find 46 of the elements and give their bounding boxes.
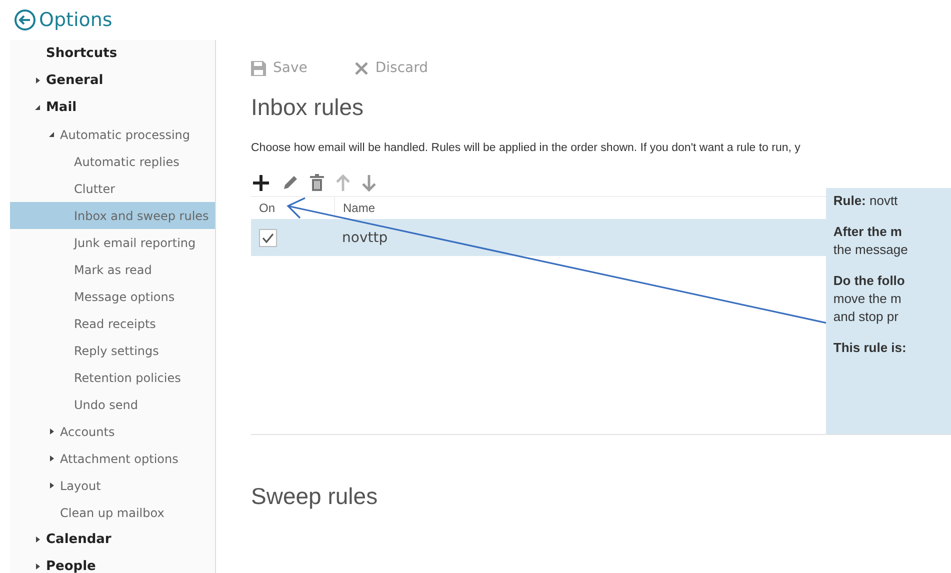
collapsed-caret-icon[interactable] xyxy=(34,563,41,570)
section-heading: Sweep rules xyxy=(251,483,379,511)
collapsed-caret-icon[interactable] xyxy=(48,428,55,435)
table-cell: novttp xyxy=(342,230,388,246)
nav-item[interactable]: Shortcuts xyxy=(10,40,215,67)
nav-item[interactable]: Message options xyxy=(10,283,215,310)
column-header: On xyxy=(258,200,276,217)
add-icon[interactable] xyxy=(251,173,271,193)
nav-item[interactable]: Automatic replies xyxy=(10,148,215,175)
back-icon[interactable] xyxy=(14,9,36,31)
nav-item[interactable]: Mark as read xyxy=(10,256,215,283)
nav-item[interactable]: Mail xyxy=(10,94,215,121)
expanded-caret-icon[interactable] xyxy=(48,131,55,138)
page-title: Options xyxy=(39,9,112,31)
collapsed-caret-icon[interactable] xyxy=(48,482,55,489)
collapsed-caret-icon[interactable] xyxy=(48,455,55,462)
trash-icon[interactable] xyxy=(309,174,325,192)
description-text: Choose how email will be handled. Rules will be applied in the order shown. If you don't want a rule to run, y xyxy=(251,142,802,154)
collapsed-caret-icon[interactable] xyxy=(34,77,41,84)
nav-item[interactable]: Layout xyxy=(10,472,215,499)
checkbox[interactable] xyxy=(259,228,277,246)
close-icon xyxy=(355,62,368,74)
save-button[interactable]: Save xyxy=(251,60,308,76)
discard-button[interactable]: Discard xyxy=(355,60,428,76)
nav-item[interactable]: Clean up mailbox xyxy=(10,499,215,526)
nav-item[interactable]: Clutter xyxy=(10,175,215,202)
arrow-down-icon[interactable] xyxy=(361,174,377,192)
rule-row[interactable]: novttp xyxy=(251,219,826,256)
nav-item[interactable]: Read receipts xyxy=(10,310,215,337)
nav-item[interactable]: Automatic processing xyxy=(10,121,215,148)
nav-item[interactable]: Junk email reporting xyxy=(10,229,215,256)
section-heading: Inbox rules xyxy=(251,94,365,122)
pencil-icon[interactable] xyxy=(281,174,299,192)
expanded-caret-icon[interactable] xyxy=(34,104,41,111)
nav-item[interactable]: Reply settings xyxy=(10,337,215,364)
checkmark-icon xyxy=(261,232,275,244)
nav-item[interactable]: Undo send xyxy=(10,391,215,418)
save-icon xyxy=(251,60,266,76)
nav-item[interactable]: Accounts xyxy=(10,418,215,445)
nav-item[interactable]: Inbox and sweep rules xyxy=(10,202,215,229)
nav-item[interactable]: Retention policies xyxy=(10,364,215,391)
collapsed-caret-icon[interactable] xyxy=(34,536,41,543)
nav-item[interactable]: Attachment options xyxy=(10,445,215,472)
nav-item[interactable]: General xyxy=(10,67,215,94)
nav-item[interactable]: Calendar xyxy=(10,526,215,553)
nav-item[interactable]: People xyxy=(10,553,215,573)
